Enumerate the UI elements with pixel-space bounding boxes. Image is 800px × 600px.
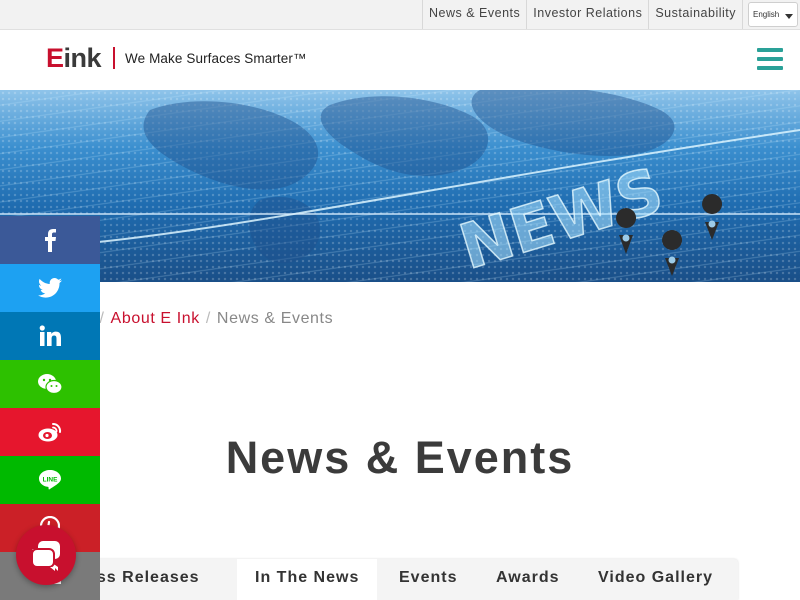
tagline: We Make Surfaces Smarter™ [125, 50, 307, 66]
facebook-share-button[interactable] [0, 216, 100, 264]
linkedin-icon [39, 325, 61, 346]
site-header: Eink We Make Surfaces Smarter™ [0, 30, 800, 90]
tab-video-gallery[interactable]: Video Gallery [598, 559, 713, 600]
language-select-value: English [753, 10, 780, 19]
tab-press-releases[interactable]: ess Releases [87, 559, 200, 600]
logo-wordmark: Eink [46, 43, 102, 73]
tab-awards[interactable]: Awards [496, 559, 560, 600]
utility-links: News & Events Investor Relations Sustain… [422, 0, 743, 29]
utility-bar: News & Events Investor Relations Sustain… [0, 0, 800, 30]
utility-link-investor-relations[interactable]: Investor Relations [526, 0, 648, 29]
facebook-icon [45, 229, 56, 252]
hero-banner: NEWS [0, 90, 800, 282]
breadcrumb-separator: / [99, 310, 105, 327]
tab-events[interactable]: Events [399, 559, 457, 600]
tab-in-the-news[interactable]: In The News [237, 559, 378, 600]
twitter-icon [38, 278, 62, 298]
svg-text:LINE: LINE [43, 476, 58, 483]
weibo-icon [38, 422, 62, 442]
breadcrumb-about[interactable]: About E Ink [111, 310, 200, 328]
content-tabs: ess Releases In The News Events Awards V… [62, 559, 738, 600]
weibo-share-button[interactable] [0, 408, 100, 456]
chat-icon [31, 541, 60, 571]
line-share-button[interactable]: LINE [0, 456, 100, 504]
chevron-down-icon [785, 14, 793, 19]
language-select[interactable]: English [748, 2, 798, 27]
menu-icon[interactable] [757, 48, 783, 70]
logo-divider [113, 47, 116, 69]
logo[interactable]: Eink We Make Surfaces Smarter™ [46, 43, 307, 73]
twitter-share-button[interactable] [0, 264, 100, 312]
wechat-icon [38, 374, 62, 394]
utility-link-news-events[interactable]: News & Events [422, 0, 526, 29]
page: News & Events Investor Relations Sustain… [0, 0, 800, 600]
hero-illustration: NEWS [0, 90, 800, 282]
hero-news-text: NEWS [451, 153, 671, 282]
wechat-share-button[interactable] [0, 360, 100, 408]
linkedin-share-button[interactable] [0, 312, 100, 360]
chat-launcher-button[interactable] [16, 525, 76, 585]
page-title: News & Events [225, 432, 575, 483]
breadcrumb-separator: / [205, 310, 211, 327]
line-icon: LINE [39, 470, 61, 490]
breadcrumb-current: News & Events [216, 310, 334, 327]
utility-link-sustainability[interactable]: Sustainability [648, 0, 743, 29]
